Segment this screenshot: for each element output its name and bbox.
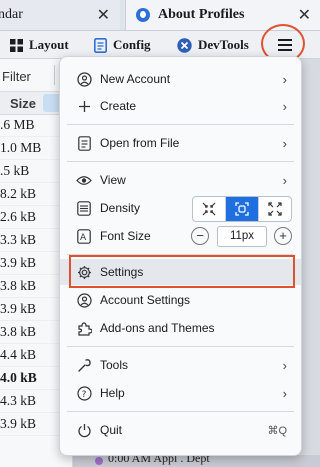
tab-calendar[interactable]: ndar ✕ xyxy=(0,0,120,30)
menu-item-label: View xyxy=(100,173,126,187)
font-size-increase-button[interactable]: + xyxy=(274,227,292,245)
tab-calendar-label: ndar xyxy=(0,7,23,22)
normal-density-icon xyxy=(235,202,249,216)
svg-text:?: ? xyxy=(81,390,86,400)
menu-item-label: Open from File xyxy=(100,136,180,150)
density-selector xyxy=(192,196,292,222)
menu-item-addons-themes[interactable]: Add-ons and Themes xyxy=(60,315,301,341)
menu-item-new-account[interactable]: New Account › xyxy=(60,66,301,92)
chevron-right-icon: › xyxy=(282,98,287,114)
menu-item-view[interactable]: View › xyxy=(60,167,301,193)
close-icon[interactable]: ✕ xyxy=(298,5,311,25)
chevron-right-icon: › xyxy=(282,71,287,87)
layout-button-label: Layout xyxy=(29,37,69,52)
layout-button[interactable]: Layout xyxy=(10,35,69,55)
menu-item-label: New Account xyxy=(100,72,171,86)
menu-separator xyxy=(67,124,294,125)
quit-shortcut: ⌘Q xyxy=(267,424,287,437)
size-column-header[interactable]: Size xyxy=(10,96,36,111)
settings-highlight-box xyxy=(69,255,295,288)
wrench-icon xyxy=(76,357,92,373)
chevron-right-icon: › xyxy=(282,172,287,188)
account-icon xyxy=(76,292,92,308)
compact-icon xyxy=(202,202,216,216)
devtools-icon xyxy=(177,37,192,53)
chevron-right-icon: › xyxy=(282,135,287,151)
menu-item-quit[interactable]: Quit ⌘Q xyxy=(60,417,301,443)
menu-item-label: Tools xyxy=(100,358,129,372)
font-size-value: 11px xyxy=(217,226,267,247)
menu-item-open-from-file[interactable]: Open from File › xyxy=(60,130,301,156)
config-button[interactable]: Config xyxy=(94,35,151,55)
menu-item-label: Font Size xyxy=(100,229,151,243)
puzzle-piece-icon xyxy=(76,320,92,336)
bottom-event-strip: 0:00 AM Appl . Dept xyxy=(73,451,320,467)
menu-item-label: Quit xyxy=(100,423,123,437)
eye-icon xyxy=(76,172,92,188)
density-relaxed-option[interactable] xyxy=(259,197,291,221)
relaxed-icon xyxy=(268,202,282,216)
menu-item-label: Density xyxy=(100,201,141,215)
menu-item-account-settings[interactable]: Account Settings xyxy=(60,287,301,313)
config-button-label: Config xyxy=(113,37,151,52)
document-icon xyxy=(94,37,107,53)
app-logo-icon xyxy=(136,8,150,22)
add-account-icon xyxy=(76,71,92,87)
divider xyxy=(54,65,55,85)
menu-separator xyxy=(67,411,294,412)
menu-item-help[interactable]: ? Help › xyxy=(60,380,301,406)
file-icon xyxy=(76,135,92,151)
power-icon xyxy=(76,422,92,438)
devtools-button-label: DevTools xyxy=(198,37,249,52)
plus-icon xyxy=(76,98,92,114)
menu-item-label: Help xyxy=(100,386,125,400)
chevron-right-icon: › xyxy=(282,357,287,373)
font-size-decrease-button[interactable]: − xyxy=(191,227,209,245)
event-dot-icon xyxy=(95,457,103,465)
app-menu: New Account › Create › Open from File › … xyxy=(59,56,302,456)
menu-item-label: Create xyxy=(100,99,137,113)
close-icon[interactable]: ✕ xyxy=(97,5,110,25)
help-icon: ? xyxy=(76,385,92,401)
density-normal-option[interactable] xyxy=(226,197,259,221)
chevron-right-icon: › xyxy=(282,385,287,401)
menu-separator xyxy=(67,161,294,162)
density-icon xyxy=(76,200,92,216)
menu-separator xyxy=(67,346,294,347)
menu-item-label: Account Settings xyxy=(100,293,191,307)
font-size-icon: A xyxy=(76,228,92,244)
svg-text:A: A xyxy=(80,233,87,243)
menu-item-label: Add-ons and Themes xyxy=(100,321,215,335)
tab-about-profiles-label: About Profiles xyxy=(158,7,245,22)
layout-grid-icon xyxy=(10,38,23,52)
menu-item-create[interactable]: Create › xyxy=(60,93,301,119)
background-panel xyxy=(300,59,320,467)
devtools-button[interactable]: DevTools xyxy=(177,35,249,55)
menu-item-tools[interactable]: Tools › xyxy=(60,352,301,378)
density-compact-option[interactable] xyxy=(193,197,226,221)
filter-button[interactable]: Filter xyxy=(2,69,31,84)
